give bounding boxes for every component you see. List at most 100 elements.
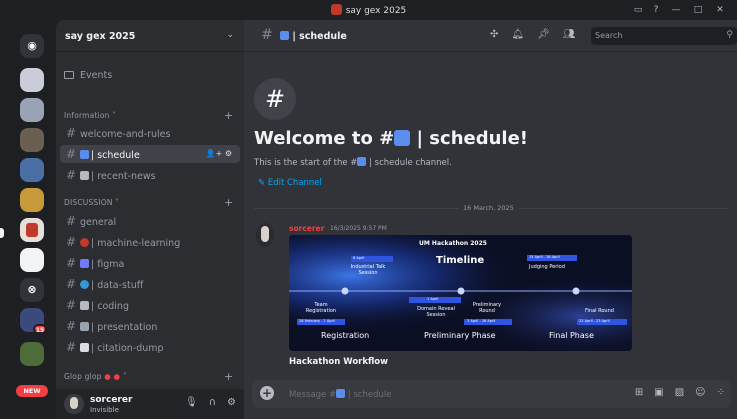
member-list-icon[interactable]: 👥︎ xyxy=(563,29,576,40)
chevron-down-icon: ˅ xyxy=(122,372,127,381)
category-label: Information ˅ xyxy=(64,111,117,120)
search-input[interactable]: Search ⚲ xyxy=(591,27,737,45)
channel-label: | machine-learning xyxy=(91,238,181,249)
selected-server-pill xyxy=(0,228,4,238)
pencil-icon: ✎ xyxy=(258,178,266,188)
channel-presentation[interactable]: # | presentation xyxy=(60,317,240,335)
channel-settings-icons[interactable]: 👤+ ⚙ xyxy=(206,145,232,163)
hash-icon: # xyxy=(66,256,77,270)
image-attachment[interactable]: UM Hackathon 2025 Timeline 8 April Indus… xyxy=(289,235,632,351)
server-icon-2[interactable] xyxy=(20,98,44,122)
microphone-icon[interactable]: 🎙 xyxy=(185,397,198,408)
timeline-heading: Timeline xyxy=(436,255,485,266)
message-timestamp: 16/3/2025 9:57 PM xyxy=(330,225,387,232)
channel-recent-news[interactable]: # | recent-news xyxy=(60,166,240,184)
server-list: ◉ ⊗ 15 NEW xyxy=(0,20,64,419)
channel-general[interactable]: # general xyxy=(60,212,240,230)
help-icon[interactable]: ? xyxy=(647,3,665,17)
server-icon-3[interactable] xyxy=(20,128,44,152)
username: sorcerer xyxy=(90,395,133,405)
category-discussion[interactable]: DISCUSSION ˅ + xyxy=(64,196,233,209)
channel-label: | figma xyxy=(91,259,125,270)
hash-icon: # xyxy=(66,214,77,228)
message-composer[interactable]: + Message # | schedule ⊞ ▣ ▨ ☺ ⁘ xyxy=(252,380,731,408)
channel-machine-learning[interactable]: # | machine-learning xyxy=(60,233,240,251)
calendar-emoji-icon xyxy=(357,157,367,166)
channel-figma[interactable]: # | figma xyxy=(60,254,240,272)
hash-icon: # xyxy=(66,340,77,354)
emoji-icon[interactable]: ☺ xyxy=(695,387,705,398)
channel-hash-icon: # xyxy=(254,78,296,120)
category-information[interactable]: Information ˅ + xyxy=(64,109,233,122)
mention-badge: 15 xyxy=(33,324,47,334)
events-label: Events xyxy=(80,70,113,81)
sticker-icon[interactable]: ▨ xyxy=(675,387,684,398)
category-label: Glop glop xyxy=(64,372,102,381)
hash-icon: # xyxy=(66,235,77,249)
channel-label: | citation-dump xyxy=(91,343,164,354)
window-title: say gex 2025 xyxy=(0,4,737,16)
hash-icon: # xyxy=(66,298,77,312)
edit-channel-link[interactable]: ✎ Edit Channel xyxy=(258,178,322,188)
user-panel: sorcerer Invisible 🎙 ∩ ⚙ xyxy=(56,389,244,419)
gif-icon[interactable]: ▣ xyxy=(654,387,663,398)
minimize-button[interactable]: — xyxy=(665,3,687,17)
phase-label: Final Phase xyxy=(549,331,594,340)
timeline-dot xyxy=(572,287,580,295)
message-author[interactable]: sorcerer xyxy=(289,224,324,233)
channel-data-stuff[interactable]: # | data-stuff xyxy=(60,275,240,293)
headphones-icon[interactable]: ∩ xyxy=(209,397,216,408)
phase-label: Preliminary Phase xyxy=(424,331,496,340)
chevron-down-icon: ⌄ xyxy=(226,30,234,40)
chart-emoji-icon xyxy=(80,322,89,331)
welcome-subtitle: This is the start of the # | schedule ch… xyxy=(254,157,452,168)
event-label: Team Registration xyxy=(305,302,337,314)
close-button[interactable]: ✕ xyxy=(709,3,731,17)
phase-label: Registration xyxy=(321,331,370,340)
message-input[interactable]: Message # | schedule xyxy=(289,389,391,400)
threads-icon[interactable]: ✣ xyxy=(490,29,498,40)
discord-window: say gex 2025 ▭ ? — □ ✕ ◉ ⊗ 15 NEW say ge… xyxy=(0,0,737,419)
apps-icon[interactable]: ⁘ xyxy=(717,387,725,398)
channel-coding[interactable]: # | coding xyxy=(60,296,240,314)
gift-icon[interactable]: ⊞ xyxy=(635,387,643,398)
server-icon-9[interactable] xyxy=(20,342,44,366)
channel-schedule[interactable]: # | schedule 👤+ ⚙ xyxy=(60,145,240,163)
server-icon-8[interactable]: ⊗ xyxy=(20,278,44,302)
hash-icon: # xyxy=(66,319,77,333)
category-glop-glop[interactable]: Glop glop ● ● ˅ + xyxy=(64,370,233,383)
add-attachment-button[interactable]: + xyxy=(260,386,274,400)
inbox-icon[interactable]: ▭ xyxy=(629,3,647,17)
pin-icon[interactable]: 📌︎ xyxy=(537,29,550,40)
server-icon-7[interactable] xyxy=(20,248,44,272)
avatar[interactable] xyxy=(64,394,84,414)
home-button[interactable]: ◉ xyxy=(20,34,44,58)
event-label: Domain Reveal Session xyxy=(417,306,455,318)
event-label: Final Round xyxy=(585,308,614,314)
event-date: 15 April - 16 April xyxy=(529,255,560,259)
add-channel-icon[interactable]: + xyxy=(224,196,233,209)
server-icon-current[interactable] xyxy=(20,218,44,242)
server-icon-5[interactable] xyxy=(20,188,44,212)
channel-welcome-and-rules[interactable]: # welcome-and-rules xyxy=(60,124,240,142)
channel-citation-dump[interactable]: # | citation-dump xyxy=(60,338,240,356)
maximize-button[interactable]: □ xyxy=(687,3,709,17)
hash-icon: # xyxy=(261,27,273,43)
add-channel-icon[interactable]: + xyxy=(224,370,233,383)
event-label: Judging Period xyxy=(529,264,565,270)
gear-icon[interactable]: ⚙ xyxy=(227,397,236,408)
server-icon-1[interactable] xyxy=(20,68,44,92)
guild-header[interactable]: say gex 2025 ⌄ xyxy=(56,20,244,52)
memo-emoji-icon xyxy=(80,343,89,352)
event-date: 8 April xyxy=(353,256,365,260)
calendar-emoji-icon xyxy=(394,130,411,146)
events-link[interactable]: Events xyxy=(64,70,112,81)
avatar[interactable] xyxy=(256,223,274,247)
notification-bell-icon[interactable]: 🔔︎ xyxy=(511,29,524,40)
calendar-emoji-icon xyxy=(336,389,346,398)
add-channel-icon[interactable]: + xyxy=(224,109,233,122)
event-label: Preliminary Round xyxy=(472,302,502,314)
server-icon-4[interactable] xyxy=(20,158,44,182)
welcome-title-suffix: | schedule! xyxy=(416,128,529,149)
robot-emoji-icon xyxy=(80,238,89,247)
